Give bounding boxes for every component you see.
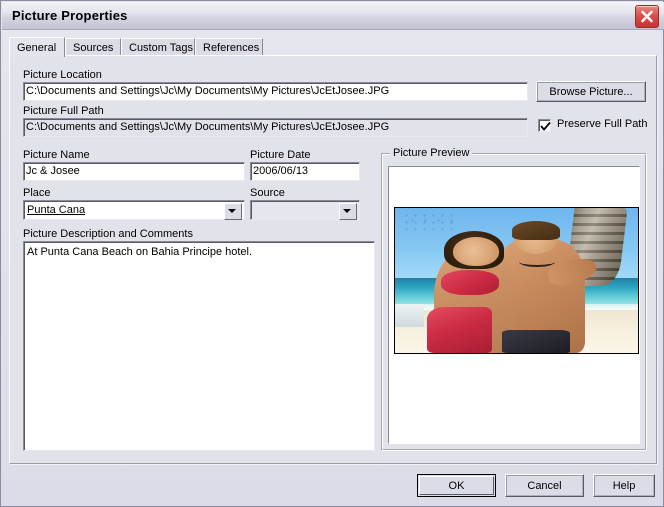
description-textarea[interactable]: At Punta Cana Beach on Bahia Principe ho…	[23, 241, 375, 451]
picture-full-path-input: C:\Documents and Settings\Jc\My Document…	[23, 118, 528, 137]
check-mark-icon	[540, 121, 551, 131]
browse-picture-button[interactable]: Browse Picture...	[536, 81, 646, 102]
picture-location-input[interactable]: C:\Documents and Settings\Jc\My Document…	[23, 82, 528, 101]
cancel-button-label: Cancel	[527, 479, 562, 492]
ok-button[interactable]: OK	[417, 474, 496, 497]
checkbox-box	[538, 119, 551, 132]
picture-full-path-label: Picture Full Path	[23, 105, 104, 117]
preview-photo	[394, 207, 639, 354]
general-tab-panel: Picture Location C:\Documents and Settin…	[9, 55, 657, 464]
title-bar: Picture Properties	[2, 2, 664, 30]
place-label: Place	[23, 187, 51, 199]
close-button[interactable]	[635, 5, 659, 28]
source-dropdown-arrow-button[interactable]	[339, 203, 357, 220]
source-combobox[interactable]	[250, 200, 360, 220]
description-value: At Punta Cana Beach on Bahia Principe ho…	[27, 246, 253, 258]
picture-full-path-value: C:\Documents and Settings\Jc\My Document…	[26, 121, 390, 133]
tab-references-label: References	[203, 42, 260, 54]
picture-name-value: Jc & Josee	[26, 165, 80, 177]
picture-preview-canvas	[388, 166, 640, 444]
picture-date-value: 2006/06/13	[253, 165, 309, 177]
help-button-label: Help	[612, 479, 636, 492]
tab-general-label: General	[17, 42, 57, 54]
tab-custom-tags[interactable]: Custom Tags	[121, 38, 195, 56]
description-label: Picture Description and Comments	[23, 228, 193, 240]
chevron-down-icon	[228, 209, 236, 213]
picture-properties-dialog: Picture Properties General Sources Custo…	[0, 0, 664, 507]
tab-general[interactable]: General	[9, 37, 65, 57]
window-title: Picture Properties	[12, 8, 128, 23]
picture-location-value: C:\Documents and Settings\Jc\My Document…	[26, 85, 390, 97]
tab-sources[interactable]: Sources	[65, 38, 121, 56]
preserve-full-path-label: Preserve Full Path	[557, 118, 648, 130]
picture-name-input[interactable]: Jc & Josee	[23, 162, 245, 181]
picture-location-label: Picture Location	[23, 69, 102, 81]
place-combobox[interactable]: Punta Cana	[23, 200, 245, 220]
chevron-down-icon	[343, 209, 351, 213]
tab-strip: General Sources Custom Tags References	[9, 37, 657, 57]
tab-custom-tags-label: Custom Tags	[129, 42, 193, 54]
source-label: Source	[250, 187, 285, 199]
preserve-full-path-checkbox[interactable]: Preserve Full Path	[538, 118, 664, 134]
ok-button-label: OK	[448, 479, 465, 492]
picture-date-input[interactable]: 2006/06/13	[250, 162, 360, 181]
browse-picture-label: Browse Picture...	[549, 85, 633, 98]
picture-name-label: Picture Name	[23, 149, 90, 161]
picture-preview-title: Picture Preview	[390, 147, 473, 159]
tab-references[interactable]: References	[195, 38, 263, 56]
help-button[interactable]: Help	[593, 474, 655, 497]
place-value: Punta Cana	[27, 204, 86, 216]
picture-date-label: Picture Date	[250, 149, 311, 161]
cancel-button[interactable]: Cancel	[505, 474, 584, 497]
place-dropdown-arrow-button[interactable]	[224, 203, 242, 220]
tab-sources-label: Sources	[73, 42, 114, 54]
